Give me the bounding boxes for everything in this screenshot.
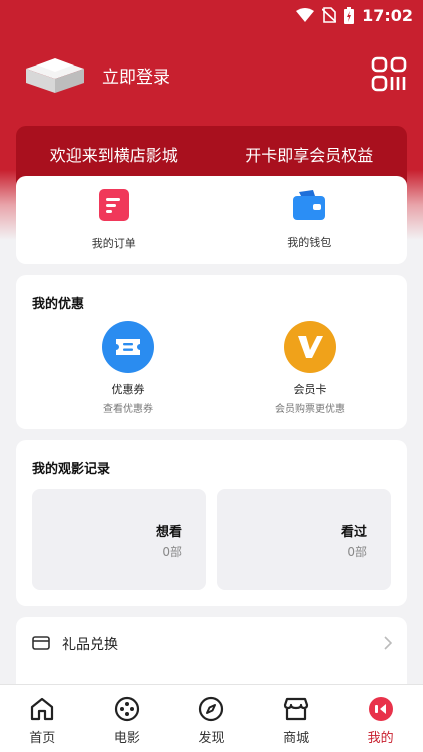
member-card-subtext: 会员购票更优惠 xyxy=(275,404,345,415)
gift-exchange-row[interactable]: 礼品兑换 xyxy=(32,633,393,655)
watched-button[interactable]: 看过 0部 xyxy=(217,489,391,590)
store-icon xyxy=(282,695,310,723)
gift-exchange-label: 礼品兑换 xyxy=(62,637,118,653)
section-title-history: 我的观影记录 xyxy=(32,462,111,477)
member-card-label: 会员卡 xyxy=(293,383,327,396)
coupon-label: 优惠券 xyxy=(111,383,145,396)
battery-charging-icon xyxy=(344,6,355,24)
status-bar: 17:02 xyxy=(0,0,423,30)
want-to-watch-button[interactable]: 想看 0部 xyxy=(32,489,206,590)
film-reel-icon xyxy=(113,695,141,723)
coupon-subtext: 查看优惠券 xyxy=(103,404,153,415)
home-icon xyxy=(28,695,56,723)
wallet-icon xyxy=(293,190,326,224)
my-wallet-button[interactable]: 我的钱包 xyxy=(212,176,408,264)
chevron-right-icon xyxy=(384,635,393,654)
want-to-watch-label: 想看 xyxy=(155,525,182,540)
avatar[interactable] xyxy=(22,55,88,95)
member-card-button[interactable]: 会员卡 会员购票更优惠 xyxy=(240,321,380,415)
login-link[interactable]: 立即登录 xyxy=(102,63,170,88)
tab-movies[interactable]: 电影 xyxy=(85,685,170,752)
tab-store[interactable]: 商城 xyxy=(254,685,339,752)
order-icon xyxy=(98,189,129,225)
no-sim-icon xyxy=(322,7,337,23)
my-orders-label: 我的订单 xyxy=(91,237,136,250)
membership-promo-text[interactable]: 开卡即享会员权益 xyxy=(245,142,373,166)
tab-store-label: 商城 xyxy=(283,731,310,746)
tab-home-label: 首页 xyxy=(29,731,56,746)
watched-label: 看过 xyxy=(340,525,367,540)
profile-icon xyxy=(367,695,395,723)
profile-row[interactable]: 立即登录 xyxy=(22,52,407,98)
want-to-watch-count: 0部 xyxy=(162,545,182,559)
gift-card-icon xyxy=(32,635,50,654)
my-wallet-label: 我的钱包 xyxy=(287,236,332,249)
clock-time: 17:02 xyxy=(362,5,413,25)
compass-icon xyxy=(197,695,225,723)
watch-history-card: 我的观影记录 想看 0部 看过 0部 xyxy=(16,440,407,606)
ticket-icon xyxy=(102,321,154,373)
my-promotions-card: 我的优惠 优惠券 查看优惠券 会员卡 会员购票更优惠 xyxy=(16,275,407,429)
tab-discover[interactable]: 发现 xyxy=(169,685,254,752)
tab-profile-label: 我的 xyxy=(367,731,394,746)
v-badge-icon xyxy=(284,321,336,373)
welcome-text: 欢迎来到横店影城 xyxy=(49,146,178,165)
qr-code-icon[interactable] xyxy=(371,56,407,92)
tab-movies-label: 电影 xyxy=(113,731,140,746)
tab-discover-label: 发现 xyxy=(198,731,225,746)
my-orders-button[interactable]: 我的订单 xyxy=(16,176,212,264)
quick-actions-card: 我的订单 我的钱包 xyxy=(16,176,407,264)
tab-home[interactable]: 首页 xyxy=(0,685,85,752)
tab-profile[interactable]: 我的 xyxy=(338,685,423,752)
section-title-promotions: 我的优惠 xyxy=(32,297,85,312)
wifi-icon xyxy=(296,8,315,22)
bottom-tab-bar: 首页 电影 发现 商城 我的 xyxy=(0,684,423,752)
coupon-button[interactable]: 优惠券 查看优惠券 xyxy=(58,321,198,415)
watched-count: 0部 xyxy=(347,545,367,559)
